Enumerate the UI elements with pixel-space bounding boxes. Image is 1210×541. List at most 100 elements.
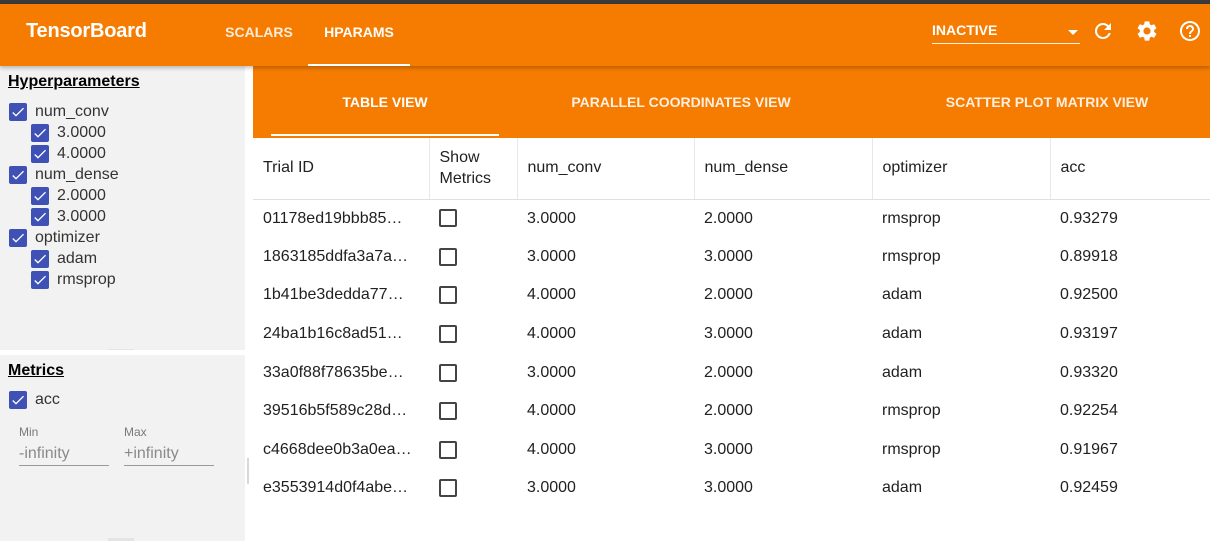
hparam-value-label: 4.0000 [57,145,106,162]
hparam-optimizer[interactable]: optimizer [9,228,100,248]
view-tabs: TABLE VIEW PARALLEL COORDINATES VIEW SCA… [253,66,1210,138]
table-row[interactable]: 33a0f88f78635be… 3.0000 2.0000 adam 0.93… [253,353,1210,392]
cell-num-conv: 3.0000 [527,209,576,227]
max-label: Max [124,425,147,439]
column-header-show-metrics[interactable]: Show Metrics [429,138,518,200]
checkbox-checked-icon[interactable] [9,391,27,409]
hparam-value-checkbox[interactable]: 3.0000 [31,207,106,227]
cell-num-conv: 4.0000 [527,325,576,343]
checkbox-checked-icon[interactable] [9,103,27,121]
tab-scalars[interactable]: SCALARS [210,4,308,66]
tab-scatter-plot-matrix-view[interactable]: SCATTER PLOT MATRIX VIEW [893,66,1201,138]
checkbox-unchecked-icon[interactable] [439,402,457,421]
metrics-title: Metrics [8,362,65,379]
metric-acc[interactable]: acc [9,390,60,410]
table-row[interactable]: 1b41be3dedda77… 4.0000 2.0000 adam 0.925… [253,276,1210,315]
column-header-acc[interactable]: acc [1050,138,1210,200]
table-row[interactable]: 1863185ddfa3a7a… 3.0000 3.0000 rmsprop 0… [253,238,1210,277]
cell-num-conv: 4.0000 [527,402,576,420]
checkbox-checked-icon[interactable] [31,145,49,163]
cell-num-conv: 3.0000 [527,247,576,265]
sidebar-splitter[interactable] [245,66,253,541]
cell-optimizer: adam [882,286,923,304]
cell-show-metrics[interactable] [429,199,517,238]
cell-num-dense: 2.0000 [704,402,753,420]
metric-max-field[interactable]: Max +infinity [124,425,214,466]
cell-show-metrics[interactable] [429,431,517,470]
hparam-value-label: rmsprop [57,271,116,288]
table-row[interactable]: e3553914d0f4abe… 3.0000 3.0000 adam 0.92… [253,469,1210,508]
max-input[interactable]: +infinity [124,445,214,466]
cell-num-dense: 3.0000 [704,325,753,343]
cell-acc: 0.93197 [1060,325,1118,343]
metric-min-field[interactable]: Min -infinity [19,425,109,466]
cell-num-dense: 2.0000 [704,209,753,227]
checkbox-unchecked-icon[interactable] [439,363,457,382]
checkbox-unchecked-icon[interactable] [439,247,457,266]
cell-optimizer: rmsprop [882,209,941,227]
run-select-dropdown[interactable]: INACTIVE [932,18,1080,44]
hparam-num-conv[interactable]: num_conv [9,102,109,122]
table-row[interactable]: 39516b5f589c28d… 4.0000 2.0000 rmsprop 0… [253,392,1210,431]
checkbox-unchecked-icon[interactable] [439,209,457,228]
sidebar: Hyperparameters num_conv 3.0000 4.0000 n… [0,66,245,541]
table-row[interactable]: 01178ed19bbb85… 3.0000 2.0000 rmsprop 0.… [253,199,1210,238]
hparam-value-checkbox[interactable]: 3.0000 [31,123,106,143]
column-header-num-conv[interactable]: num_conv [517,138,695,200]
checkbox-checked-icon[interactable] [31,124,49,142]
cell-optimizer: adam [882,325,923,343]
checkbox-unchecked-icon[interactable] [439,324,457,343]
checkbox-checked-icon[interactable] [31,271,49,289]
cell-trial-id: c4668dee0b3a0ea… [263,440,412,458]
cell-num-dense: 2.0000 [704,363,753,381]
column-header-num-dense[interactable]: num_dense [694,138,873,200]
cell-num-dense: 2.0000 [704,286,753,304]
tab-parallel-coordinates-view[interactable]: PARALLEL COORDINATES VIEW [531,66,831,138]
cell-trial-id: 33a0f88f78635be… [263,363,404,381]
cell-trial-id: 1b41be3dedda77… [263,286,404,304]
checkbox-unchecked-icon[interactable] [439,440,457,459]
checkbox-unchecked-icon[interactable] [439,286,457,305]
cell-show-metrics[interactable] [429,315,517,354]
hparam-num-dense[interactable]: num_dense [9,165,119,185]
checkbox-unchecked-icon[interactable] [439,479,457,498]
checkbox-checked-icon[interactable] [9,229,27,247]
cell-trial-id: 01178ed19bbb85… [263,209,403,227]
chevron-down-icon [1068,30,1078,35]
hparam-label: num_dense [35,166,119,183]
min-input[interactable]: -infinity [19,445,109,466]
help-icon[interactable] [1178,19,1202,43]
checkbox-checked-icon[interactable] [31,187,49,205]
tab-table-view[interactable]: TABLE VIEW [271,66,499,138]
checkbox-checked-icon[interactable] [9,166,27,184]
tab-hparams[interactable]: HPARAMS [308,4,410,66]
checkbox-checked-icon[interactable] [31,250,49,268]
cell-show-metrics[interactable] [429,469,517,508]
cell-trial-id: e3553914d0f4abe… [263,479,409,497]
cell-num-dense: 3.0000 [704,247,753,265]
hyperparameters-panel: Hyperparameters num_conv 3.0000 4.0000 n… [0,66,245,352]
table-row[interactable]: c4668dee0b3a0ea… 4.0000 3.0000 rmsprop 0… [253,431,1210,470]
cell-show-metrics[interactable] [429,238,517,277]
cell-show-metrics[interactable] [429,392,517,431]
cell-show-metrics[interactable] [429,353,517,392]
column-header-trial-id[interactable]: Trial ID [253,138,430,200]
cell-show-metrics[interactable] [429,276,517,315]
hparam-value-checkbox[interactable]: adam [31,249,97,269]
hparam-value-checkbox[interactable]: rmsprop [31,270,116,290]
splitter-handle[interactable] [247,458,249,484]
refresh-icon[interactable] [1091,19,1115,43]
gear-icon[interactable] [1135,19,1159,43]
column-header-optimizer[interactable]: optimizer [872,138,1051,200]
table-row[interactable]: 24ba1b16c8ad51… 4.0000 3.0000 adam 0.931… [253,315,1210,354]
hparam-value-checkbox[interactable]: 4.0000 [31,144,106,164]
hparam-label: num_conv [35,103,109,120]
run-select-value: INACTIVE [932,22,998,38]
metrics-panel: Metrics acc Min -infinity Max +infinity [0,355,245,541]
cell-acc: 0.92254 [1060,402,1118,420]
checkbox-checked-icon[interactable] [31,208,49,226]
hparam-value-checkbox[interactable]: 2.0000 [31,186,106,206]
hparam-label: optimizer [35,229,100,246]
cell-acc: 0.92459 [1060,479,1118,497]
cell-num-dense: 3.0000 [704,479,753,497]
